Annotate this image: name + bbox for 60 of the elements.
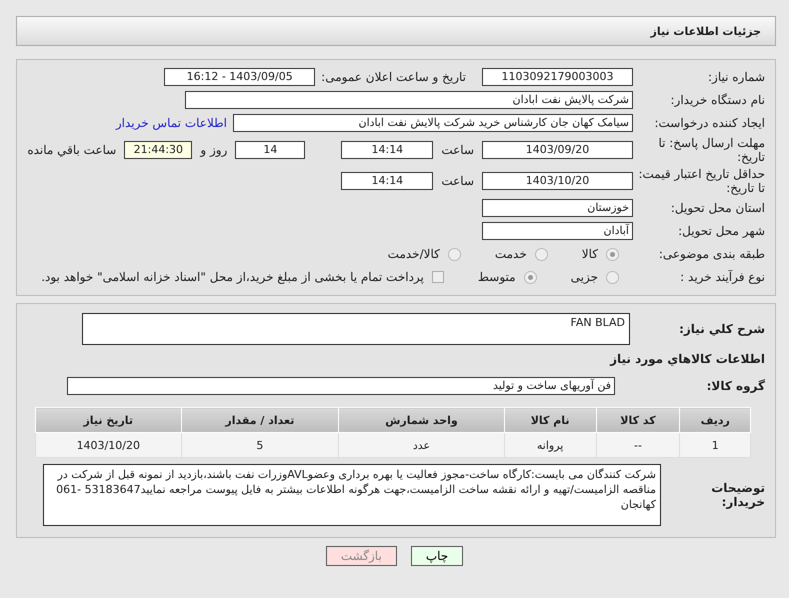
table-cell: --: [596, 432, 680, 458]
column-header: تاریخ نیاز: [36, 408, 182, 432]
field-label: شرح کلي نياز:: [678, 322, 766, 336]
deadline-time-field[interactable]: 14:14: [341, 141, 434, 159]
days-field[interactable]: 14: [235, 141, 306, 159]
buyer-contact-link[interactable]: اطلاعات تماس خریدار: [116, 116, 227, 130]
field-label: تاریخ و ساعت اعلان عمومی:: [321, 70, 466, 84]
announce-date-field[interactable]: 1403/09/05 - 16:12: [164, 68, 316, 86]
remaining-time-field[interactable]: 21:44:30: [124, 141, 192, 159]
table-cell: پروانه: [504, 432, 596, 458]
validity-date-field[interactable]: 1403/10/20: [482, 172, 633, 190]
field-label: طبقه بندی موضوعی:: [658, 247, 766, 261]
radio-button[interactable]: [606, 248, 619, 260]
field-label: نام دستگاه خریدار:: [670, 93, 766, 107]
radio-label: خدمت: [494, 247, 527, 261]
field-label: نوع فرآیند خرید :: [679, 270, 766, 284]
radio-button[interactable]: [524, 270, 537, 284]
page-title: جزئیات اطلاعات نیاز: [650, 24, 761, 38]
radio-label: متوسط: [478, 270, 516, 284]
column-header: کد کالا: [596, 408, 680, 432]
table-cell: 5: [181, 432, 339, 458]
field-label: ایجاد کننده درخواست:: [653, 116, 766, 130]
time-label: ساعت: [441, 174, 474, 188]
section-heading: اطلاعات کالاهاي مورد نياز: [608, 351, 766, 368]
deadline-date-field[interactable]: 1403/09/20: [482, 141, 633, 159]
checkbox-label: پرداخت تمام یا بخشی از مبلغ خرید،از محل "اسناد خزانه اسلامی" خواهد بود.: [41, 270, 424, 284]
table-cell: 1403/10/20: [36, 432, 182, 458]
radio-button[interactable]: [448, 248, 461, 260]
radio-label: کالا/خدمت: [388, 247, 440, 261]
days-label: روز و: [200, 143, 228, 157]
time-label: ساعت: [441, 143, 474, 157]
radio-label: جزیی: [570, 270, 598, 284]
radio-button[interactable]: [606, 270, 619, 284]
buyer-field[interactable]: شرکت پالایش نفت ابادان: [185, 91, 633, 109]
need-number-field[interactable]: 1103092179003003: [482, 68, 633, 86]
print-button[interactable]: چاپ: [410, 546, 464, 566]
radio-button[interactable]: [534, 248, 548, 260]
field-label: حداقل تاریخ اعتبار قیمت: تا تاریخ:: [637, 167, 766, 195]
column-header: واحد شمارش: [338, 408, 504, 432]
field-label: توضیحات خریدار:: [710, 481, 766, 509]
city-field[interactable]: آبادان: [482, 222, 633, 240]
remaining-label: ساعت باقي مانده: [27, 143, 116, 157]
description-field[interactable]: FAN BLAD: [82, 313, 630, 345]
field-label: مهلت ارسال پاسخ: تا تاریخ:: [657, 136, 766, 164]
requester-field[interactable]: سیامک کهان جان کارشناس خرید شرکت پالایش نفت ابادان: [233, 114, 633, 132]
field-label: گروه کالا:: [706, 379, 766, 393]
radio-label: کالا: [582, 247, 598, 261]
province-field[interactable]: خوزستان: [482, 199, 633, 217]
validity-time-field[interactable]: 14:14: [341, 172, 434, 190]
field-label: شماره نیاز:: [707, 70, 766, 84]
checkbox[interactable]: [432, 271, 444, 283]
table-cell: 1: [680, 432, 750, 458]
buyer-notes-field[interactable]: شرکت کنندگان می بایست:کارگاه ساخت-مجوز فعالیت یا بهره برداری وعضوAVLوزرات نفت باشند،بازدید از نمونه قبل از شرکت در مناقصه الزامیست/تهیه و ارائه نقشه ساخت الزامیست،جهت هرگونه اطلاعات بیشتر به فایل پیوست مراجعه نمایید53183647 -061 کهانجان: [43, 464, 661, 526]
column-header: تعداد / مقدار: [181, 408, 339, 432]
column-header: ردیف: [680, 408, 750, 432]
column-header: نام کالا: [504, 408, 596, 432]
field-label: شهر محل تحویل:: [677, 224, 766, 238]
goods-group-field[interactable]: فن آوریهای ساخت و تولید: [67, 377, 615, 395]
table-cell: عدد: [338, 432, 504, 458]
field-label: استان محل تحویل:: [670, 201, 766, 215]
